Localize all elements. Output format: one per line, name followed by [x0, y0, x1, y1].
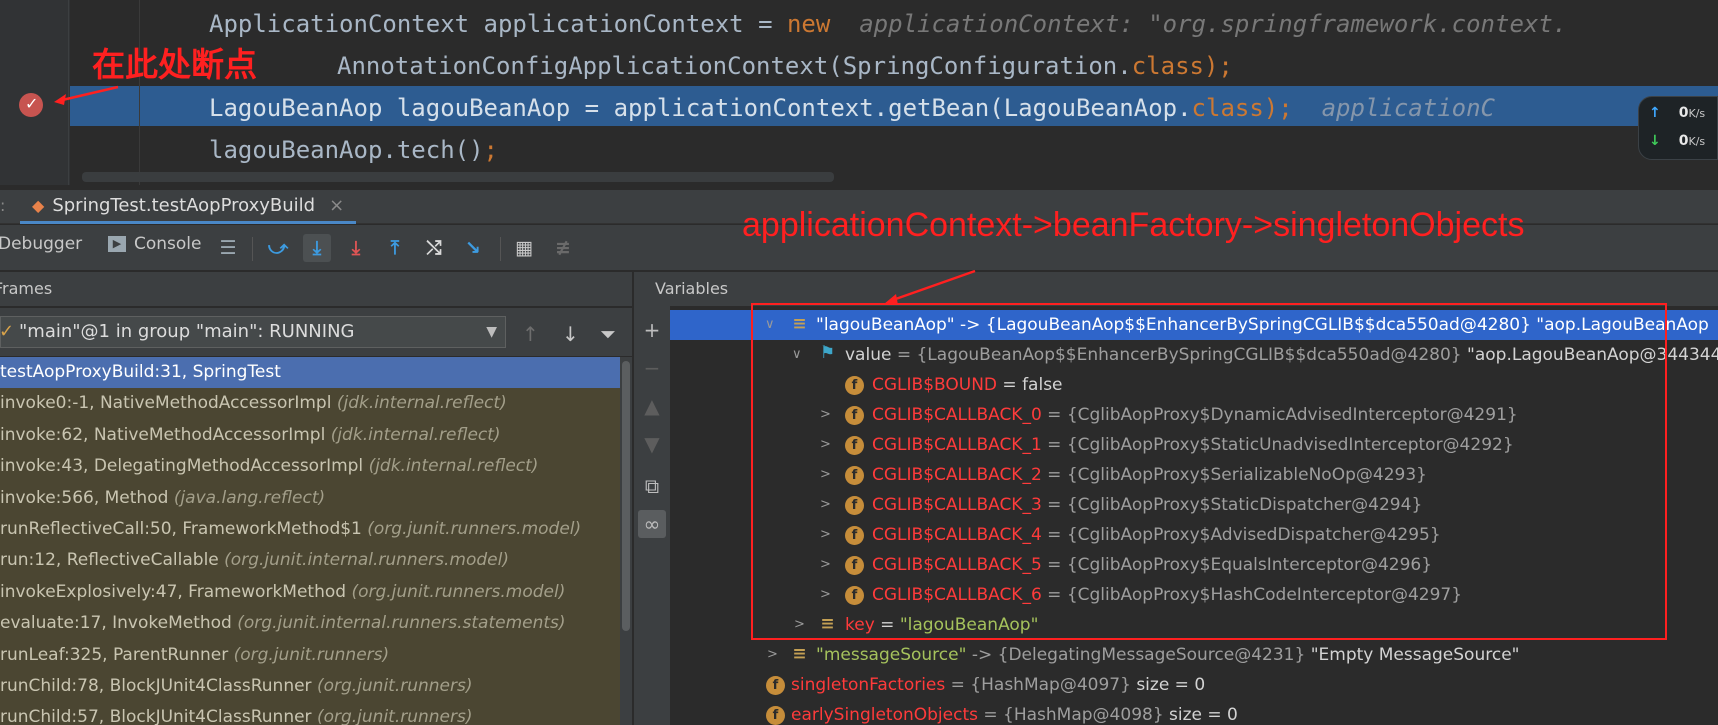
thread-dropdown[interactable]: ✓ "main"@1 in group "main": RUNNING ▼: [0, 316, 506, 348]
code-text: AnnotationConfigApplicationContext(Sprin…: [337, 52, 1132, 80]
editor-horizontal-scrollbar[interactable]: [82, 172, 834, 182]
code-punct: ;: [483, 136, 498, 164]
thread-suspended-icon: ✓: [0, 321, 15, 342]
step-out-icon[interactable]: ⤒: [381, 234, 409, 262]
run-to-cursor-icon[interactable]: ↘: [459, 234, 487, 262]
code-punct: );: [1263, 94, 1293, 122]
frames-scroll-thumb[interactable]: [622, 361, 630, 631]
glasses-icon[interactable]: ∞: [638, 510, 666, 538]
singleton-objects-annotation: applicationContext->beanFactory->singlet…: [742, 206, 1525, 244]
arrow-up-icon[interactable]: ↑: [522, 322, 539, 346]
code-punct: );: [1203, 52, 1233, 80]
step-into-icon[interactable]: ⤓: [342, 234, 370, 262]
copy-icon[interactable]: ⧉: [638, 472, 666, 500]
download-speed: ↓ 0K/s: [1649, 133, 1706, 149]
frame-row[interactable]: evaluate:17, InvokeMethod (org.junit.int…: [0, 608, 620, 639]
add-watch-icon[interactable]: +: [638, 316, 666, 344]
frame-row[interactable]: runChild:57, BlockJUnit4ClassRunner (org…: [0, 702, 620, 725]
layout-menu-icon[interactable]: ☰: [214, 234, 242, 262]
junit-run-icon: ◆: [32, 196, 45, 215]
variable-value: = {HashMap@4097}: [945, 675, 1137, 695]
remove-watch-icon[interactable]: −: [638, 354, 666, 382]
code-line-4[interactable]: lagouBeanAop.tech();: [209, 130, 498, 170]
arrow-down-icon[interactable]: ↓: [562, 322, 579, 346]
map-entry-icon: ≡: [792, 644, 807, 664]
frame-row[interactable]: invoke0:-1, NativeMethodAccessorImpl (jd…: [0, 388, 620, 419]
variables-header: Variables: [634, 272, 1718, 306]
inline-debug-hint: applicationC: [1321, 94, 1495, 122]
drop-frame-icon[interactable]: ⤭: [420, 234, 448, 262]
variable-row-singletonfactories[interactable]: f singletonFactories = {HashMap@4097} si…: [670, 670, 1718, 700]
annotation-arrow-singletons: [884, 269, 976, 305]
breakpoint-annotation: 在此处断点: [92, 45, 257, 84]
console-icon: ▶: [108, 236, 126, 252]
tab-label: SpringTest.testAopProxyBuild: [52, 195, 316, 216]
thread-label: "main"@1 in group "main": RUNNING: [19, 321, 355, 342]
annotation-arrow-breakpoint: [54, 85, 119, 105]
variable-size: size = 0: [1136, 675, 1206, 695]
frames-header: Frames: [0, 272, 632, 306]
evaluate-expression-icon[interactable]: ▦: [510, 234, 538, 262]
variable-value: = {HashMap@4098}: [977, 705, 1170, 725]
variable-value: -> {DelegatingMessageSource@4231}: [966, 645, 1311, 665]
variables-side-toolbar: + − ▲ ▼ ⧉ ∞: [634, 306, 670, 725]
step-over-icon[interactable]: ⤓: [303, 234, 331, 262]
show-execution-point-icon[interactable]: ⤻: [264, 234, 292, 262]
variable-name: earlySingletonObjects: [791, 705, 978, 725]
filter-icon[interactable]: ⏷: [600, 322, 616, 346]
variable-string: "Empty MessageSource": [1310, 645, 1520, 665]
thread-selector-row: ✓ "main"@1 in group "main": RUNNING ▼ ↑ …: [0, 308, 632, 356]
code-keyword: class: [1191, 94, 1264, 122]
chevron-right-icon[interactable]: >: [767, 640, 778, 670]
code-line-3[interactable]: LagouBeanAop lagouBeanAop = applicationC…: [209, 88, 1495, 128]
frame-row[interactable]: invoke:566, Method (java.lang.reflect): [0, 483, 620, 514]
frame-row[interactable]: runLeaf:325, ParentRunner (org.junit.run…: [0, 640, 620, 671]
move-up-icon[interactable]: ▲: [638, 392, 666, 420]
breakpoint-icon[interactable]: ✓: [19, 93, 43, 117]
network-speed-widget: ↑ 0K/s ↓ 0K/s: [1638, 96, 1718, 160]
tab-overflow-icon[interactable]: :: [0, 196, 5, 215]
frames-list[interactable]: testAopProxyBuild:31, SpringTest invoke0…: [0, 357, 620, 725]
code-text: LagouBeanAop lagouBeanAop = applicationC…: [209, 94, 1192, 122]
code-text: lagouBeanAop.tech(): [209, 136, 484, 164]
variable-name: singletonFactories: [791, 675, 946, 695]
code-text: ApplicationContext applicationContext =: [209, 10, 787, 38]
frame-row[interactable]: runReflectiveCall:50, FrameworkMethod$1 …: [0, 514, 620, 545]
variable-row-earlysingletonobjects[interactable]: f earlySingletonObjects = {HashMap@4098}…: [670, 700, 1718, 725]
indent-guide: [139, 0, 140, 185]
tab-console[interactable]: ▶ Console: [108, 234, 202, 254]
toolbar-separator: [500, 237, 501, 261]
annotation-highlight-box: [751, 303, 1667, 640]
code-line-2[interactable]: AnnotationConfigApplicationContext(Sprin…: [337, 46, 1233, 86]
frame-row[interactable]: testAopProxyBuild:31, SpringTest: [0, 357, 620, 389]
tab-console-label: Console: [134, 234, 202, 254]
field-icon: f: [766, 676, 785, 695]
variable-size: size = 0: [1169, 705, 1238, 725]
download-arrow-icon: ↓: [1649, 133, 1661, 149]
tab-debugger[interactable]: Debugger: [0, 234, 82, 254]
trace-icon[interactable]: ≢: [549, 234, 577, 262]
frame-row[interactable]: run:12, ReflectiveCallable (org.junit.in…: [0, 545, 620, 576]
inline-debug-hint: applicationContext: "org.springframework…: [859, 10, 1568, 38]
variable-name: "messageSource": [816, 645, 967, 665]
code-keyword: new: [786, 10, 831, 38]
frames-scrollbar[interactable]: [620, 357, 632, 725]
frame-row[interactable]: invoke:43, DelegatingMethodAccessorImpl …: [0, 451, 620, 482]
field-icon: f: [766, 706, 785, 725]
toolbar-separator: [252, 237, 253, 261]
code-editor[interactable]: ✓ ApplicationContext applicationContext …: [0, 0, 1718, 185]
chevron-down-icon: ▼: [486, 324, 497, 340]
close-icon[interactable]: ×: [329, 195, 344, 216]
variable-row-messagesource[interactable]: > ≡ "messageSource" -> {DelegatingMessag…: [670, 640, 1718, 670]
upload-speed: ↑ 0K/s: [1649, 105, 1706, 121]
code-keyword: class: [1131, 52, 1204, 80]
breakpoint-check-icon: ✓: [25, 94, 39, 113]
frame-row[interactable]: runChild:78, BlockJUnit4ClassRunner (org…: [0, 671, 620, 702]
move-down-icon[interactable]: ▼: [638, 430, 666, 458]
code-line-1[interactable]: ApplicationContext applicationContext = …: [209, 4, 1567, 44]
frame-row[interactable]: invokeExplosively:47, FrameworkMethod (o…: [0, 577, 620, 608]
frame-row[interactable]: invoke:62, NativeMethodAccessorImpl (jdk…: [0, 420, 620, 451]
tab-springtest-testaopproxybuild[interactable]: ◆ SpringTest.testAopProxyBuild ×: [20, 190, 357, 224]
upload-arrow-icon: ↑: [1649, 105, 1661, 121]
